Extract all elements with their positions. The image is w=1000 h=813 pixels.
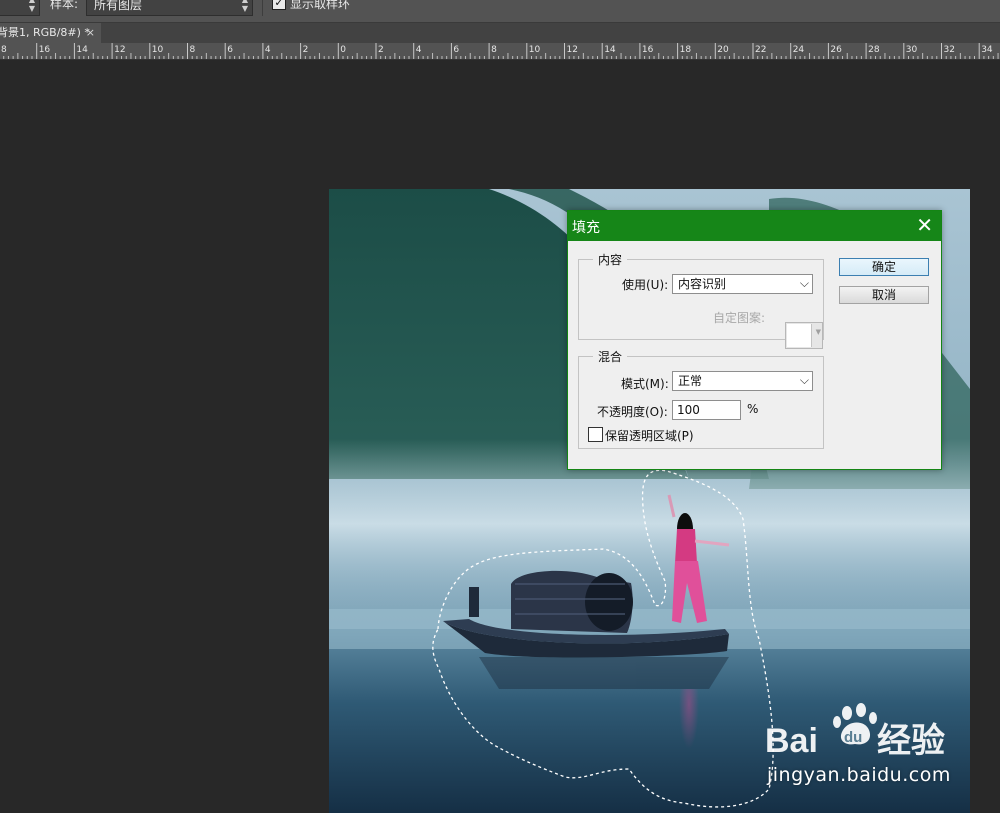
mode-select[interactable]: 正常 ⌵ xyxy=(672,371,813,391)
updown-icon: ▲▼ xyxy=(241,0,248,13)
opacity-label: 不透明度(O): xyxy=(597,405,668,419)
svg-text:du: du xyxy=(844,729,862,746)
ruler-label: 2 xyxy=(303,45,309,55)
options-bar: ▲▼ 样本: 所有图层 ▲▼ ✓ 显示取样环 xyxy=(0,0,1000,23)
pattern-swatch xyxy=(787,324,812,347)
ruler-label: 4 xyxy=(416,45,422,55)
check-icon: ✓ xyxy=(274,0,284,9)
ruler-label: 18 xyxy=(680,45,692,55)
blend-group-label: 混合 xyxy=(593,348,628,365)
use-select-value: 内容识别 xyxy=(678,277,727,291)
ruler-scale: 8 16 14 12 10 8 6 4 2 0 2 4 6 8 10 12 14 16 18 20 22 24 26 28 30… xyxy=(1,43,999,59)
mode-select-value: 正常 xyxy=(678,374,703,388)
horizontal-ruler[interactable]: 8 16 14 12 10 8 6 4 2 0 2 4 6 8 10 12 14 16 18 20 22 24 26 28 30… xyxy=(0,43,1000,60)
ruler-label: 10 xyxy=(529,45,541,55)
ok-button[interactable]: 确定 xyxy=(839,258,929,276)
options-divider xyxy=(262,0,263,16)
baidu-watermark: Bai 经验 du jingyan.baidu.com xyxy=(765,700,995,800)
ruler-label: 28 xyxy=(868,45,880,55)
sample-label: 样本: xyxy=(50,0,79,11)
close-icon[interactable]: ✕ xyxy=(916,213,933,237)
ruler-label: 16 xyxy=(39,45,51,55)
ruler-label: 34 xyxy=(981,45,993,55)
opacity-unit: % xyxy=(747,402,759,416)
ruler-label: 30 xyxy=(906,45,918,55)
ruler-label: 6 xyxy=(453,45,459,55)
ruler-label: 16 xyxy=(642,45,654,55)
use-label: 使用(U): xyxy=(622,278,669,292)
ruler-label: 8 xyxy=(491,45,497,55)
svg-text:Bai: Bai xyxy=(765,722,818,760)
ruler-label: 0 xyxy=(340,45,346,55)
chevron-down-icon: ⌵ xyxy=(799,373,809,387)
custom-pattern-picker[interactable]: ▼ xyxy=(785,322,823,349)
preserve-transparency-label: 保留透明区域(P) xyxy=(605,429,694,443)
fill-dialog: 填充 ✕ 内容 使用(U): 内容识别 ⌵ 自定图案: ▼ 混合 模式(M): … xyxy=(567,210,942,470)
show-ring-checkbox[interactable]: ✓ xyxy=(272,0,286,10)
chevron-down-icon: ⌵ xyxy=(799,276,809,290)
ruler-label: 20 xyxy=(717,45,729,55)
content-group: 内容 使用(U): 内容识别 ⌵ 自定图案: ▼ xyxy=(578,251,824,349)
sample-select[interactable]: 所有图层 ▲▼ xyxy=(86,0,253,16)
ruler-label: 4 xyxy=(265,45,271,55)
svg-text:经验: 经验 xyxy=(877,721,945,760)
baidu-jingyan-logo: Bai 经验 du xyxy=(765,703,945,760)
ruler-label: 10 xyxy=(152,45,164,55)
dialog-title: 填充 xyxy=(572,220,600,236)
dialog-titlebar[interactable]: 填充 ✕ xyxy=(568,211,941,241)
opacity-input[interactable]: 100 xyxy=(672,400,741,420)
document-tab-bar: 背景1, RGB/8#) * × xyxy=(0,23,1000,43)
cancel-button[interactable]: 取消 xyxy=(839,286,929,304)
close-tab-icon[interactable]: × xyxy=(86,23,95,43)
watermark-url: jingyan.baidu.com xyxy=(767,764,951,786)
ruler-label: 32 xyxy=(944,45,955,55)
ruler-label: 22 xyxy=(755,45,766,55)
ruler-label: 14 xyxy=(604,45,616,55)
document-tab[interactable]: 背景1, RGB/8#) * × xyxy=(0,23,101,43)
ruler-label: 2 xyxy=(378,45,384,55)
sample-select-value: 所有图层 xyxy=(94,0,143,12)
ruler-label: 8 xyxy=(1,45,7,55)
ruler-label: 12 xyxy=(567,45,578,55)
dropdown-arrow-icon: ▼ xyxy=(815,328,821,336)
mode-label: 模式(M): xyxy=(621,377,669,391)
ruler-label: 6 xyxy=(227,45,233,55)
ruler-label: 8 xyxy=(190,45,196,55)
preserve-transparency-checkbox[interactable] xyxy=(588,427,603,442)
show-ring-label: 显示取样环 xyxy=(290,0,351,11)
ruler-label: 14 xyxy=(76,45,88,55)
previous-option-select[interactable]: ▲▼ xyxy=(0,0,40,16)
updown-icon: ▲▼ xyxy=(28,0,35,13)
use-select[interactable]: 内容识别 ⌵ xyxy=(672,274,813,294)
ruler-label: 24 xyxy=(793,45,805,55)
content-group-label: 内容 xyxy=(593,251,628,268)
ruler-label: 12 xyxy=(114,45,125,55)
custom-pattern-label: 自定图案: xyxy=(713,311,766,325)
ruler-label: 26 xyxy=(830,45,842,55)
document-tab-title: 背景1, RGB/8#) * xyxy=(0,26,90,39)
